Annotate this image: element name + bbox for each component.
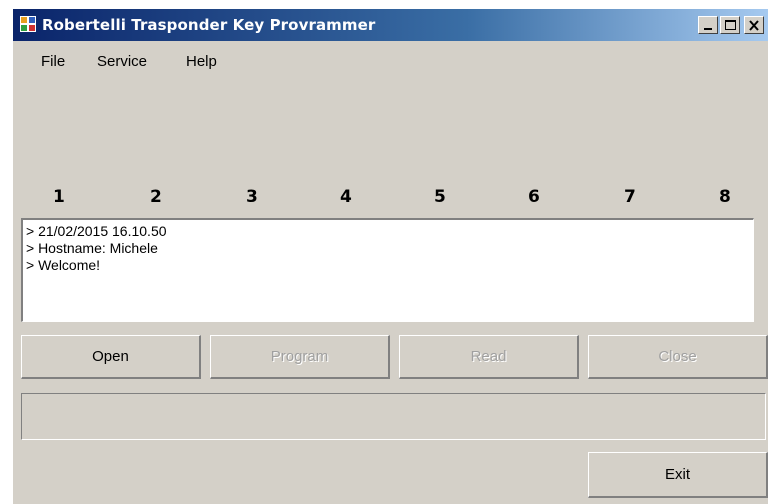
exit-button[interactable]: Exit <box>588 452 768 498</box>
window-title: Robertelli Trasponder Key Provrammer <box>42 16 376 34</box>
slot-label-1: 1 <box>53 187 65 207</box>
app-icon <box>20 16 36 32</box>
slot-label-3: 3 <box>246 187 258 207</box>
slot-label-5: 5 <box>434 187 446 207</box>
title-bar[interactable]: Robertelli Trasponder Key Provrammer <box>13 9 768 41</box>
maximize-icon <box>725 20 736 30</box>
slot-label-8: 8 <box>719 187 731 207</box>
slot-label-6: 6 <box>528 187 540 207</box>
close-port-button[interactable]: Close <box>588 335 768 379</box>
program-button[interactable]: Program <box>210 335 390 379</box>
status-bar <box>21 393 766 440</box>
menu-file[interactable]: File <box>41 53 65 70</box>
menu-bar: File Service Help <box>13 51 768 75</box>
menu-help[interactable]: Help <box>186 53 217 70</box>
maximize-button[interactable] <box>720 16 740 34</box>
slot-label-7: 7 <box>624 187 636 207</box>
minimize-icon <box>704 28 712 30</box>
log-line: > 21/02/2015 16.10.50 <box>26 223 167 239</box>
read-button[interactable]: Read <box>399 335 579 379</box>
slot-label-2: 2 <box>150 187 162 207</box>
main-window: Robertelli Trasponder Key Provrammer Fil… <box>12 8 768 504</box>
log-line: > Welcome! <box>26 257 101 273</box>
menu-service[interactable]: Service <box>97 53 147 70</box>
slot-label-4: 4 <box>340 187 352 207</box>
close-icon <box>749 20 759 31</box>
log-textbox[interactable]: > 21/02/2015 16.10.50 > Hostname: Michel… <box>21 218 754 322</box>
log-line: > Hostname: Michele <box>26 240 158 256</box>
open-button[interactable]: Open <box>21 335 201 379</box>
close-button[interactable] <box>744 16 764 34</box>
minimize-button[interactable] <box>698 16 718 34</box>
